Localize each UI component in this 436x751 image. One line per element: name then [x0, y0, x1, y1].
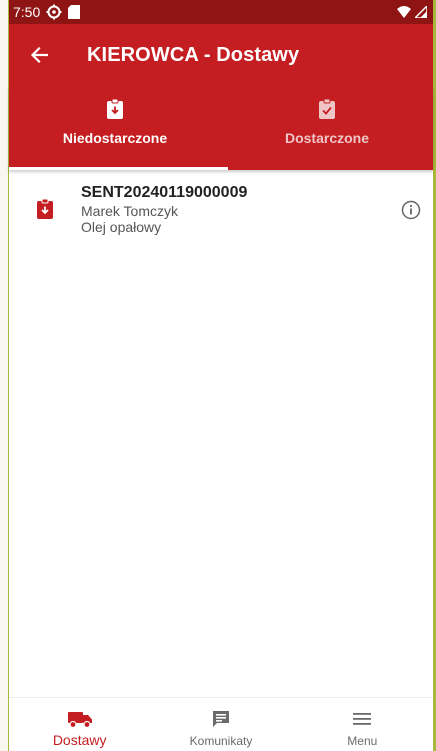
wifi-icon [397, 6, 411, 18]
page-title: KIEROWCA - Dostawy [87, 43, 300, 66]
clipboard-check-icon [319, 98, 335, 120]
truck-icon [67, 709, 93, 729]
message-icon [211, 709, 231, 729]
app-screen: 7:50 KIEROWCA - Dostawy Niedostarczone D… [9, 0, 433, 751]
app-bar: KIEROWCA - Dostawy [9, 24, 433, 86]
menu-icon [352, 709, 372, 729]
tab-bar: Niedostarczone Dostarczone [9, 86, 433, 170]
clipboard-arrow-down-icon [9, 184, 81, 219]
delivery-code: SENT20240119000009 [81, 184, 248, 201]
status-time: 7:50 [13, 4, 41, 20]
signal-icon [415, 6, 427, 18]
status-bar: 7:50 [9, 0, 433, 24]
item-text: SENT20240119000009 Marek Tomczyk Olej op… [81, 184, 423, 235]
info-button[interactable] [399, 198, 423, 222]
tab-niedostarczone[interactable]: Niedostarczone [9, 86, 221, 170]
clipboard-arrow-down-icon [107, 98, 123, 120]
nav-komunikaty[interactable]: Komunikaty [150, 698, 291, 751]
delivery-list: SENT20240119000009 Marek Tomczyk Olej op… [9, 170, 433, 242]
nav-menu[interactable]: Menu [292, 698, 433, 751]
driver-name: Marek Tomczyk [81, 202, 178, 219]
tab-label: Niedostarczone [62, 130, 168, 146]
nav-dostawy[interactable]: Dostawy [9, 698, 150, 751]
bottom-navigation: Dostawy Komunikaty Menu [9, 697, 433, 751]
back-button[interactable] [13, 29, 65, 81]
app-frame: 7:50 KIEROWCA - Dostawy Niedostarczone D… [0, 0, 436, 751]
status-right [397, 6, 427, 18]
list-item[interactable]: SENT20240119000009 Marek Tomczyk Olej op… [9, 184, 433, 242]
product-name: Olej opałowy [81, 218, 162, 235]
vpn-icon [46, 4, 62, 20]
tab-dostarczone[interactable]: Dostarczone [221, 86, 433, 170]
nav-label: Komunikaty [189, 734, 253, 748]
left-edge [0, 0, 9, 751]
info-icon [401, 200, 421, 220]
sd-card-icon [68, 5, 81, 19]
tab-indicator [9, 167, 228, 170]
nav-label: Dostawy [52, 732, 107, 748]
arrow-back-icon [30, 46, 48, 64]
nav-label: Menu [347, 734, 378, 748]
tab-label: Dostarczone [284, 130, 370, 146]
